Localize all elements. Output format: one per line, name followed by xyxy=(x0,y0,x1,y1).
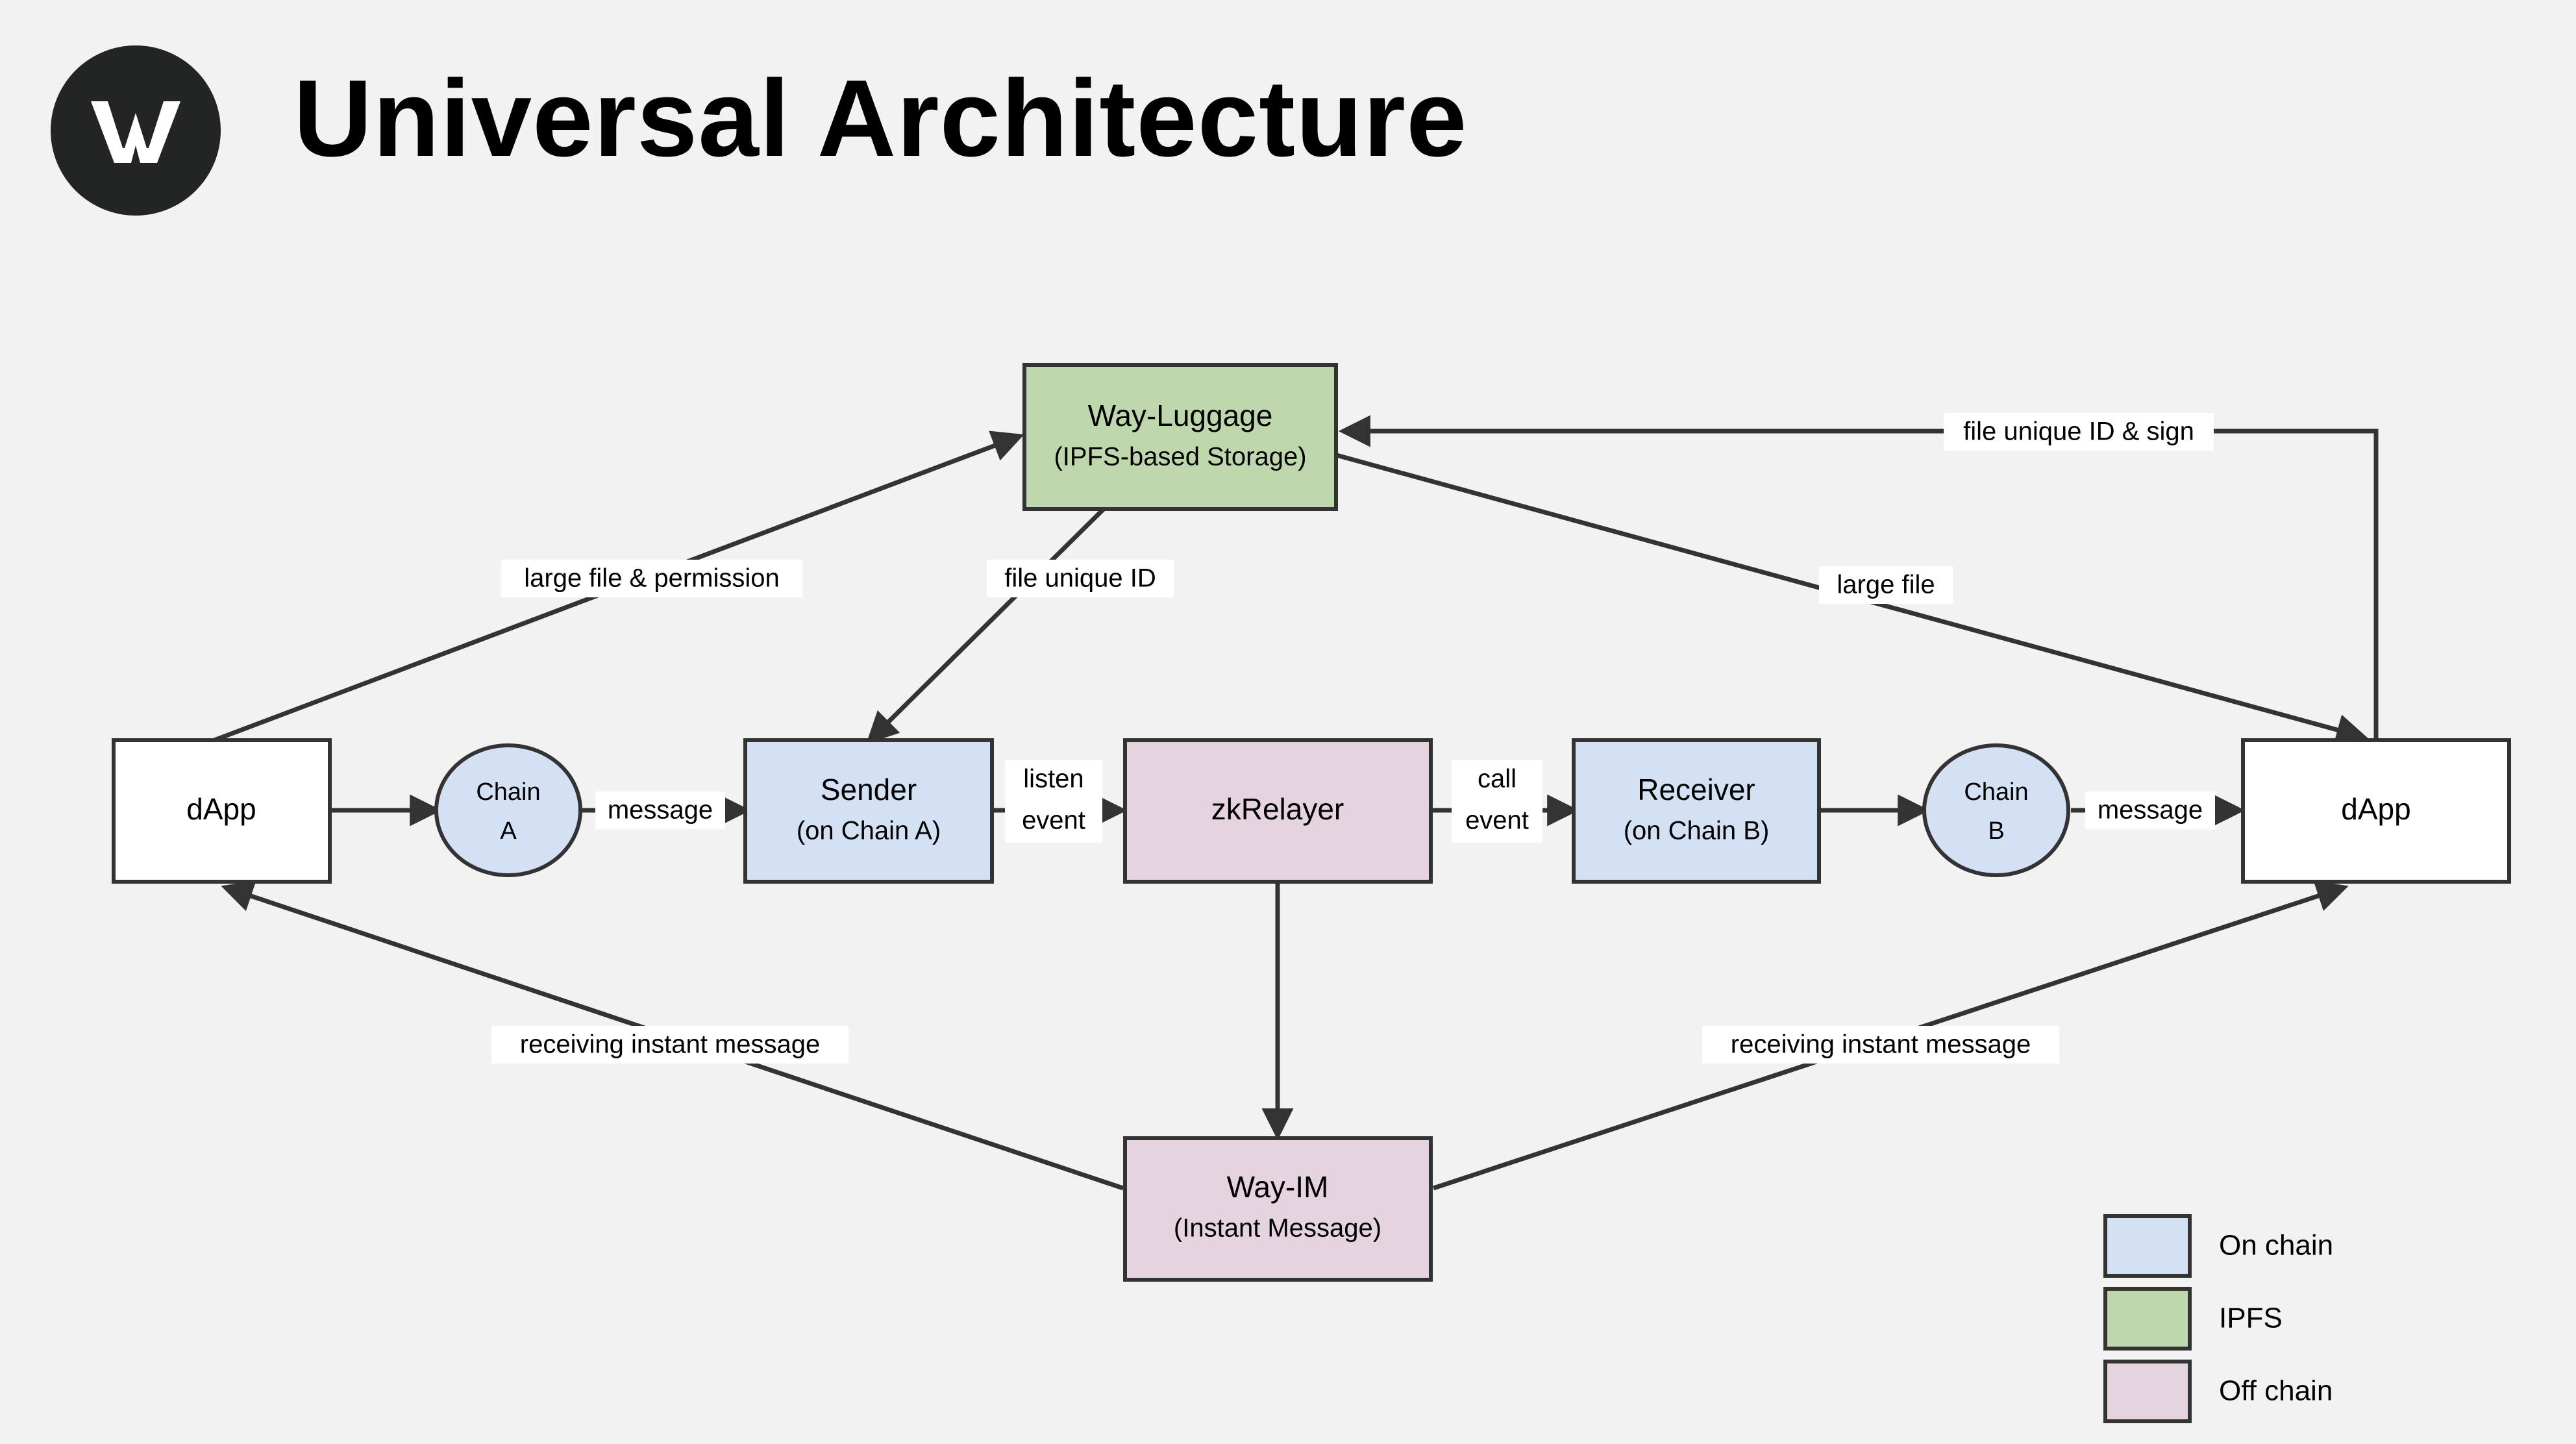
edge-label-listen-event-line1: listen xyxy=(1023,765,1084,793)
node-chain-a-label-line1: Chain xyxy=(476,778,540,806)
node-dapp-right-label: dApp xyxy=(2341,792,2410,826)
node-zkrelayer-label: zkRelayer xyxy=(1211,792,1344,826)
node-chain-b[interactable]: Chain B xyxy=(1922,743,2070,877)
legend: On chain IPFS Off chain xyxy=(2103,1214,2333,1423)
node-chain-b-shape xyxy=(1922,743,2070,877)
edge-label-listen-event: listen event xyxy=(1005,760,1102,843)
node-chain-b-label-line2: B xyxy=(1988,817,2004,845)
edge-label-file-unique-id-text: file unique ID xyxy=(1004,564,1156,593)
edge-label-message-right-text: message xyxy=(2098,796,2203,825)
architecture-diagram: dApp Chain A Sender (on Chain A) zkRelay… xyxy=(112,363,2511,1423)
edge-label-message-left: message xyxy=(595,791,725,829)
node-sender-shape xyxy=(743,738,994,884)
edge-label-call-event-line1: call xyxy=(1478,765,1517,793)
node-way-luggage-label-line2: (IPFS-based Storage) xyxy=(1054,443,1306,471)
node-way-im[interactable]: Way-IM (Instant Message) xyxy=(1123,1136,1433,1282)
node-receiver-label-line2: (on Chain B) xyxy=(1624,817,1770,845)
node-receiver-label-line1: Receiver xyxy=(1637,773,1755,806)
edge-label-receiving-instant-message-right: receiving instant message xyxy=(1702,1026,2059,1064)
node-sender-label-line1: Sender xyxy=(821,773,917,806)
edge-label-message-left-text: message xyxy=(608,796,713,825)
legend-item-off-chain: Off chain xyxy=(2103,1360,2333,1423)
node-chain-b-label-line1: Chain xyxy=(1964,778,2028,806)
edge-label-receiving-instant-message-left: receiving instant message xyxy=(491,1026,848,1064)
node-sender-label-line2: (on Chain A) xyxy=(797,817,941,845)
edge-label-file-unique-id: file unique ID xyxy=(987,560,1174,597)
node-chain-a-shape xyxy=(434,743,582,877)
legend-item-on-chain: On chain xyxy=(2103,1214,2333,1278)
edge-label-listen-event-line2: event xyxy=(1022,806,1085,835)
node-zkrelayer[interactable]: zkRelayer xyxy=(1123,738,1433,884)
edge-label-large-file: large file xyxy=(1819,566,1953,604)
node-chain-a-label-line2: A xyxy=(500,817,517,845)
legend-item-ipfs: IPFS xyxy=(2103,1287,2283,1351)
edge-label-receiving-instant-message-right-text: receiving instant message xyxy=(1731,1030,2031,1059)
node-way-im-shape xyxy=(1123,1136,1433,1282)
node-way-luggage[interactable]: Way-Luggage (IPFS-based Storage) xyxy=(1022,363,1338,511)
node-way-im-label-line2: (Instant Message) xyxy=(1174,1214,1381,1243)
legend-label-off-chain: Off chain xyxy=(2219,1375,2333,1407)
node-sender[interactable]: Sender (on Chain A) xyxy=(743,738,994,884)
edge-label-file-unique-id-sign: file unique ID & sign xyxy=(1944,413,2214,451)
edge-label-receiving-instant-message-left-text: receiving instant message xyxy=(520,1030,820,1059)
node-receiver[interactable]: Receiver (on Chain B) xyxy=(1572,738,1821,884)
node-way-luggage-label-line1: Way-Luggage xyxy=(1088,399,1273,432)
legend-swatch-ipfs xyxy=(2103,1287,2192,1351)
edge-label-call-event: call event xyxy=(1452,760,1542,843)
legend-swatch-off-chain xyxy=(2103,1360,2192,1423)
node-way-luggage-shape xyxy=(1022,363,1338,511)
edge-label-large-file-permission-text: large file & permission xyxy=(524,564,780,593)
legend-label-on-chain: On chain xyxy=(2219,1230,2333,1262)
legend-swatch-on-chain xyxy=(2103,1214,2192,1278)
node-way-im-label-line1: Way-IM xyxy=(1227,1170,1329,1204)
edge-label-call-event-line2: event xyxy=(1465,806,1529,835)
legend-label-ipfs: IPFS xyxy=(2219,1302,2283,1334)
node-receiver-shape xyxy=(1572,738,1821,884)
node-chain-a[interactable]: Chain A xyxy=(434,743,582,877)
edge-label-large-file-text: large file xyxy=(1837,571,1935,599)
edge-label-large-file-permission: large file & permission xyxy=(501,560,802,597)
node-dapp-right[interactable]: dApp xyxy=(2241,738,2511,884)
node-dapp-left[interactable]: dApp xyxy=(112,738,332,884)
edge-label-message-right: message xyxy=(2085,791,2215,829)
node-dapp-left-label: dApp xyxy=(186,792,256,826)
edge-way-luggage-to-sender xyxy=(866,507,1106,744)
edge-label-file-unique-id-sign-text: file unique ID & sign xyxy=(1963,417,2194,446)
